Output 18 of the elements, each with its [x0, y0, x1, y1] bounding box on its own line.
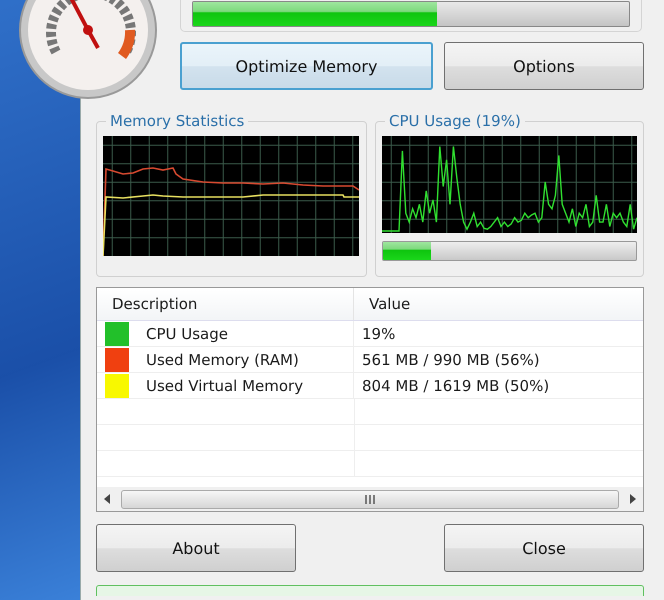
table-cell-text: 561 MB / 990 MB (56%)	[361, 350, 541, 368]
scroll-right-icon[interactable]	[629, 494, 637, 504]
table-cell: Used Virtual Memory	[146, 376, 304, 394]
table-cell: Used Memory (RAM)	[146, 350, 299, 368]
close-button[interactable]: Close	[444, 524, 644, 572]
scroll-left-icon[interactable]	[103, 494, 111, 504]
group-title: CPU Usage (19%)	[388, 112, 522, 130]
column-header[interactable]: Description	[97, 288, 354, 320]
group-title: Memory Statistics	[109, 112, 246, 130]
table-cell-text: 19%	[361, 324, 396, 342]
table-cell: CPU Usage	[146, 324, 228, 342]
scrollbar-thumb[interactable]	[121, 490, 619, 508]
column-header[interactable]: Value	[354, 288, 643, 320]
grip-icon	[365, 494, 375, 504]
options-button[interactable]: Options	[444, 42, 644, 90]
optimize-button[interactable]: Optimize Memory	[180, 42, 433, 90]
about-button[interactable]: About	[96, 524, 296, 572]
table-cell-text: 804 MB / 1619 MB (50%)	[361, 376, 550, 394]
